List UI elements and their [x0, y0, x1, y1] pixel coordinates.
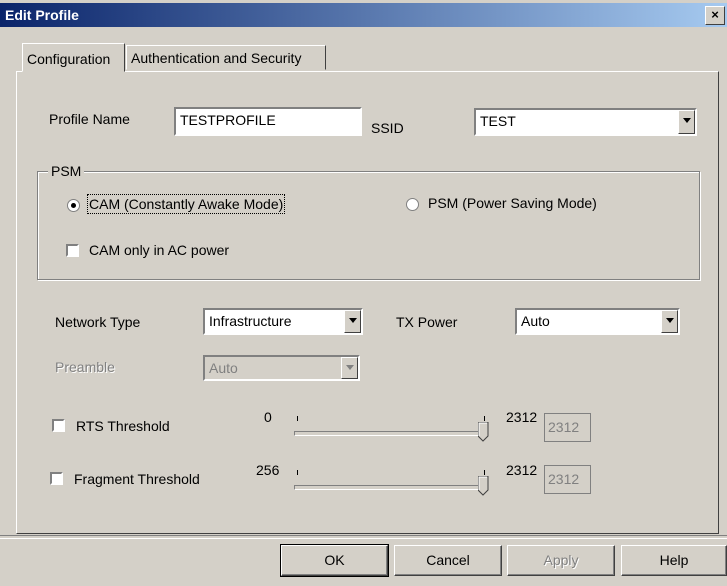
help-button[interactable]: Help: [621, 545, 727, 576]
fragment-slider-tick-min: [297, 470, 298, 475]
tx-power-label: TX Power: [396, 314, 458, 330]
fragment-threshold-label[interactable]: Fragment Threshold: [74, 471, 200, 487]
apply-button: Apply: [507, 545, 615, 576]
rts-max-label: 2312: [506, 409, 538, 425]
cam-radio-label[interactable]: CAM (Constantly Awake Mode): [86, 194, 286, 214]
cam-radio[interactable]: [67, 199, 80, 212]
cancel-button[interactable]: Cancel: [394, 545, 502, 576]
tab-configuration[interactable]: Configuration: [22, 43, 125, 72]
chevron-down-icon[interactable]: [661, 310, 678, 333]
tx-power-combo[interactable]: Auto: [515, 308, 680, 335]
rts-min-label: 0: [264, 409, 272, 425]
fragment-max-label: 2312: [506, 462, 538, 478]
fragment-threshold-checkbox[interactable]: [50, 472, 63, 485]
fragment-slider-tick-max: [484, 470, 485, 475]
ssid-value: TEST: [480, 113, 516, 129]
close-button[interactable]: ×: [705, 6, 725, 25]
fragment-slider-track[interactable]: [294, 485, 488, 490]
window-title: Edit Profile: [5, 7, 79, 23]
rts-slider-thumb[interactable]: [478, 422, 489, 442]
network-type-label: Network Type: [55, 314, 141, 330]
rts-slider-tick-max: [484, 416, 485, 421]
psm-groupbox: [37, 171, 700, 280]
fragment-slider-thumb[interactable]: [478, 476, 489, 496]
psm-group-title: PSM: [48, 163, 85, 179]
fragment-value-box: 2312: [544, 465, 591, 494]
rts-slider-track[interactable]: [294, 431, 488, 436]
rts-value-box: 2312: [544, 413, 591, 442]
fragment-min-label: 256: [256, 462, 280, 478]
preamble-label: Preamble: [55, 359, 115, 375]
ssid-label: SSID: [371, 120, 404, 136]
title-bar: Edit Profile ×: [0, 3, 727, 27]
ssid-combo[interactable]: TEST: [474, 108, 697, 136]
network-type-combo[interactable]: Infrastructure: [203, 308, 363, 335]
edit-profile-dialog: Edit Profile × Configuration Authenticat…: [0, 0, 727, 586]
rts-threshold-label[interactable]: RTS Threshold: [76, 418, 170, 434]
rts-slider-tick-min: [297, 416, 298, 421]
preamble-combo: Auto: [203, 355, 360, 381]
ok-button[interactable]: OK: [280, 544, 389, 577]
chevron-down-icon: [341, 357, 358, 379]
profile-name-label: Profile Name: [49, 111, 130, 127]
button-separator: [0, 535, 727, 539]
tab-authentication-security[interactable]: Authentication and Security: [126, 45, 326, 70]
cam-ac-power-checkbox[interactable]: [66, 244, 79, 257]
chevron-down-icon[interactable]: [678, 110, 695, 134]
configuration-panel: [16, 71, 719, 534]
preamble-value: Auto: [209, 360, 238, 376]
profile-name-field[interactable]: TESTPROFILE: [174, 107, 362, 136]
tx-power-value: Auto: [521, 313, 550, 329]
psm-radio[interactable]: [406, 198, 419, 211]
chevron-down-icon[interactable]: [344, 310, 361, 333]
network-type-value: Infrastructure: [209, 313, 292, 329]
cam-ac-power-label[interactable]: CAM only in AC power: [89, 242, 229, 258]
psm-radio-label[interactable]: PSM (Power Saving Mode): [428, 195, 597, 211]
rts-threshold-checkbox[interactable]: [52, 419, 65, 432]
